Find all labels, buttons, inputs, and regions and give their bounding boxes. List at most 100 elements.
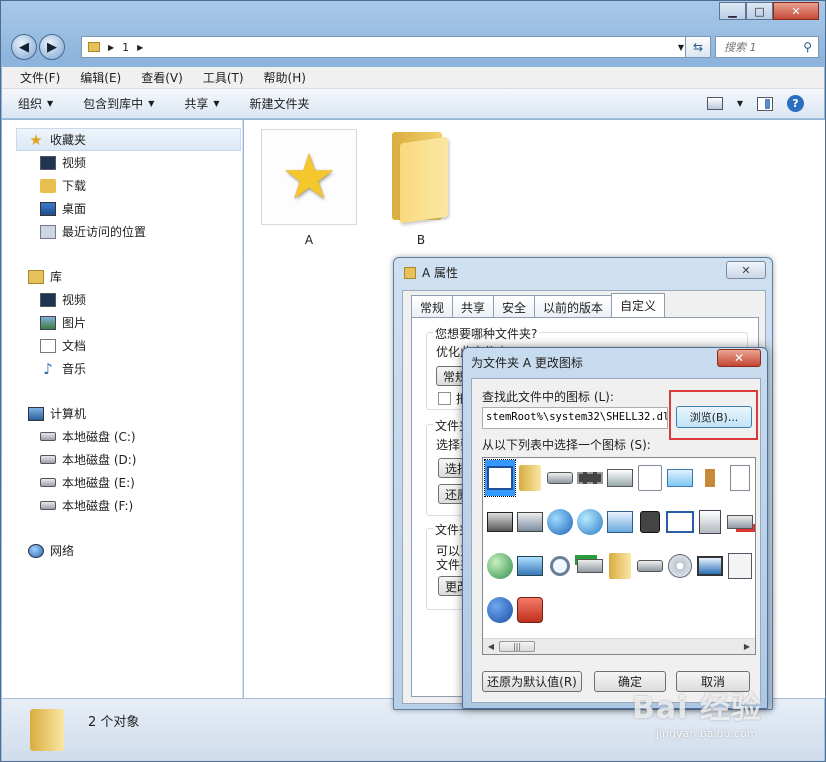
- icon-file-path-field[interactable]: stemRoot%\system32\SHELL32.dll: [482, 407, 668, 429]
- folder-icon: [404, 266, 416, 279]
- forward-button[interactable]: ▶: [39, 34, 65, 60]
- floppy-icon: [705, 469, 715, 487]
- scroll-left-icon[interactable]: ◀: [484, 640, 498, 653]
- sidebar-label: 收藏夹: [50, 133, 87, 147]
- menu-tools[interactable]: 工具(T): [193, 69, 254, 86]
- ok-button[interactable]: 确定: [594, 671, 666, 692]
- menu-file[interactable]: 文件(F): [10, 69, 70, 86]
- breadcrumb-separator-icon[interactable]: ▶: [108, 43, 114, 52]
- back-button[interactable]: ◀: [11, 34, 37, 60]
- breadcrumb-separator-icon[interactable]: ▶: [137, 43, 143, 52]
- sidebar-item-videos[interactable]: 视频: [2, 151, 242, 174]
- icon-option[interactable]: [575, 504, 605, 540]
- icon-option[interactable]: [485, 592, 515, 628]
- scroll-thumb[interactable]: |||: [499, 641, 535, 652]
- tab-customize[interactable]: 自定义: [611, 293, 666, 320]
- sidebar-libraries[interactable]: 库: [2, 265, 242, 288]
- refresh-button[interactable]: ⇆: [685, 36, 711, 58]
- back-arrow-icon: ◀: [19, 39, 29, 55]
- icon-option[interactable]: [605, 548, 635, 584]
- breadcrumb-segment[interactable]: 1: [122, 41, 129, 54]
- share-button[interactable]: 共享 ▼: [184, 95, 219, 112]
- icon-option[interactable]: [635, 460, 665, 496]
- scroll-right-icon[interactable]: ▶: [740, 640, 754, 653]
- close-button[interactable]: ✕: [726, 261, 766, 279]
- icon-option[interactable]: [695, 548, 725, 584]
- search-input[interactable]: [724, 40, 792, 54]
- icon-option[interactable]: [725, 548, 755, 584]
- sidebar-item-desktop[interactable]: 桌面: [2, 197, 242, 220]
- sidebar-label: 计算机: [50, 407, 87, 421]
- change-view-icon[interactable]: [706, 97, 723, 110]
- icon-option[interactable]: [665, 504, 695, 540]
- icon-option[interactable]: [545, 460, 575, 496]
- sidebar-item-music[interactable]: ♪ 音乐: [2, 357, 242, 380]
- organize-button[interactable]: 组织 ▼: [18, 95, 53, 112]
- file-item-b[interactable]: B: [373, 129, 469, 247]
- calculator-icon: [728, 553, 752, 579]
- sidebar-item-downloads[interactable]: 下载: [2, 174, 242, 197]
- search-box[interactable]: ⚲: [715, 36, 819, 58]
- minimize-button[interactable]: ▁: [719, 2, 746, 20]
- apply-subfolders-checkbox[interactable]: [438, 392, 451, 405]
- icon-list-label: 从以下列表中选择一个图标 (S):: [482, 438, 651, 452]
- icon-option[interactable]: [484, 459, 516, 497]
- include-in-library-button[interactable]: 包含到库中 ▼: [83, 95, 154, 112]
- sidebar-computer[interactable]: 计算机: [2, 402, 242, 425]
- icon-option[interactable]: [485, 548, 515, 584]
- sidebar-item-drive-c[interactable]: 本地磁盘 (C:): [2, 425, 242, 448]
- menu-edit[interactable]: 编辑(E): [70, 69, 131, 86]
- icon-list[interactable]: ◀ ||| ▶: [482, 457, 756, 655]
- item-count: 2 个对象: [88, 715, 140, 730]
- sidebar-item-drive-d[interactable]: 本地磁盘 (D:): [2, 448, 242, 471]
- sidebar-favorites[interactable]: ★ 收藏夹: [16, 128, 241, 151]
- sidebar-item-pictures[interactable]: 图片: [2, 311, 242, 334]
- icon-option[interactable]: [515, 504, 545, 540]
- icon-option[interactable]: [635, 504, 665, 540]
- pictures-icon: [40, 315, 56, 330]
- video-icon: [40, 292, 56, 307]
- icon-option[interactable]: [605, 460, 635, 496]
- drive-icon: [40, 455, 56, 464]
- close-button[interactable]: ✕: [717, 349, 761, 367]
- view-dropdown-icon[interactable]: ▼: [737, 99, 743, 108]
- menu-view[interactable]: 查看(V): [131, 69, 193, 86]
- network-icon: [28, 543, 44, 558]
- sidebar-item-recent[interactable]: 最近访问的位置: [2, 220, 242, 243]
- sidebar-item-documents[interactable]: 文档: [2, 334, 242, 357]
- icon-option[interactable]: [635, 548, 665, 584]
- horizontal-scrollbar[interactable]: ◀ ||| ▶: [483, 638, 755, 654]
- icon-option[interactable]: [575, 548, 605, 584]
- address-bar[interactable]: ▶ 1 ▶ ▼: [81, 36, 691, 58]
- maximize-button[interactable]: □: [746, 2, 773, 20]
- sidebar-item-drive-e[interactable]: 本地磁盘 (E:): [2, 471, 242, 494]
- sidebar-item-lib-videos[interactable]: 视频: [2, 288, 242, 311]
- icon-option[interactable]: [515, 548, 545, 584]
- icon-option[interactable]: [545, 504, 575, 540]
- icon-option[interactable]: [725, 504, 755, 540]
- restore-defaults-button[interactable]: 还原为默认值(R): [482, 671, 582, 692]
- icon-option[interactable]: [485, 504, 515, 540]
- icon-option[interactable]: [575, 460, 605, 496]
- icon-option[interactable]: [545, 548, 575, 584]
- cancel-button[interactable]: 取消: [676, 671, 750, 692]
- new-folder-button[interactable]: 新建文件夹: [250, 95, 310, 112]
- dialog-title: 为文件夹 A 更改图标: [471, 356, 583, 370]
- menu-help[interactable]: 帮助(H): [254, 69, 316, 86]
- address-dropdown-icon[interactable]: ▼: [678, 43, 684, 52]
- icon-option[interactable]: [605, 504, 635, 540]
- icon-option[interactable]: [725, 460, 755, 496]
- file-item-a[interactable]: ★ A: [261, 129, 357, 247]
- sidebar-network[interactable]: 网络: [2, 539, 242, 562]
- close-button[interactable]: ✕: [773, 2, 819, 20]
- icon-option[interactable]: [515, 592, 545, 628]
- sidebar-item-drive-f[interactable]: 本地磁盘 (F:): [2, 494, 242, 517]
- preview-pane-icon[interactable]: [757, 96, 773, 111]
- icon-option[interactable]: [695, 504, 725, 540]
- help-icon[interactable]: ?: [787, 95, 804, 112]
- icon-option[interactable]: [665, 548, 695, 584]
- icon-option[interactable]: [695, 460, 725, 496]
- sidebar-label: 本地磁盘 (E:): [62, 476, 135, 490]
- icon-option[interactable]: [515, 460, 545, 496]
- icon-option[interactable]: [665, 460, 695, 496]
